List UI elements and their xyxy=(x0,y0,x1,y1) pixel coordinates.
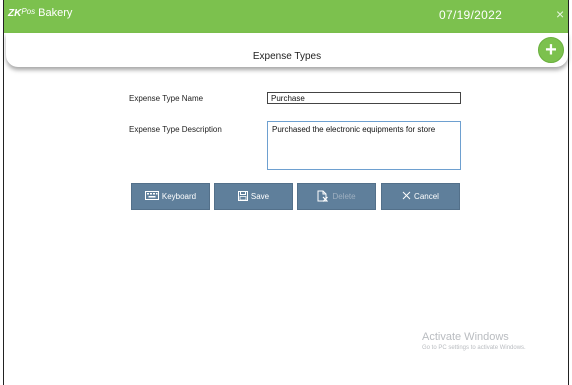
brand-name: Bakery xyxy=(38,7,73,19)
watermark-line-2: Go to PC settings to activate Windows. xyxy=(422,345,526,351)
activate-windows-watermark: Activate Windows Go to PC settings to ac… xyxy=(422,331,526,351)
save-button[interactable]: Save xyxy=(214,183,293,210)
close-icon[interactable]: × xyxy=(556,6,564,22)
keyboard-button[interactable]: Keyboard xyxy=(131,183,210,210)
save-label: Save xyxy=(250,192,270,201)
brand-zk: ZK xyxy=(8,8,22,19)
expense-type-name-input[interactable]: Purchase xyxy=(267,92,461,104)
page-header: Expense Types + xyxy=(6,33,568,67)
brand-pos: Pos xyxy=(21,7,36,16)
watermark-line-1: Activate Windows xyxy=(422,331,509,343)
add-icon: + xyxy=(545,39,557,61)
page-title: Expense Types xyxy=(252,51,322,62)
cancel-icon xyxy=(402,191,411,202)
title-bar: ZKPos Bakery 07/19/2022 × xyxy=(4,0,568,33)
save-icon xyxy=(237,190,248,203)
app-window: ZKPos Bakery 07/19/2022 × Expense Types +… xyxy=(3,0,569,385)
keyboard-icon xyxy=(144,191,159,202)
expense-type-name-label: Expense Type Name xyxy=(129,94,204,103)
keyboard-label: Keyboard xyxy=(161,192,197,201)
brand-logo: ZKPos Bakery xyxy=(8,7,72,19)
expense-type-description-label: Expense Type Description xyxy=(129,125,222,134)
cancel-label: Cancel xyxy=(414,192,439,201)
delete-label: Delete xyxy=(332,192,356,201)
delete-button[interactable]: Delete xyxy=(297,183,376,210)
cancel-button[interactable]: Cancel xyxy=(381,183,460,210)
add-button[interactable]: + xyxy=(538,37,564,63)
delete-icon xyxy=(317,190,329,204)
expense-type-description-input[interactable]: Purchased the electronic equipments for … xyxy=(267,121,461,170)
date-display: 07/19/2022 xyxy=(439,8,503,22)
